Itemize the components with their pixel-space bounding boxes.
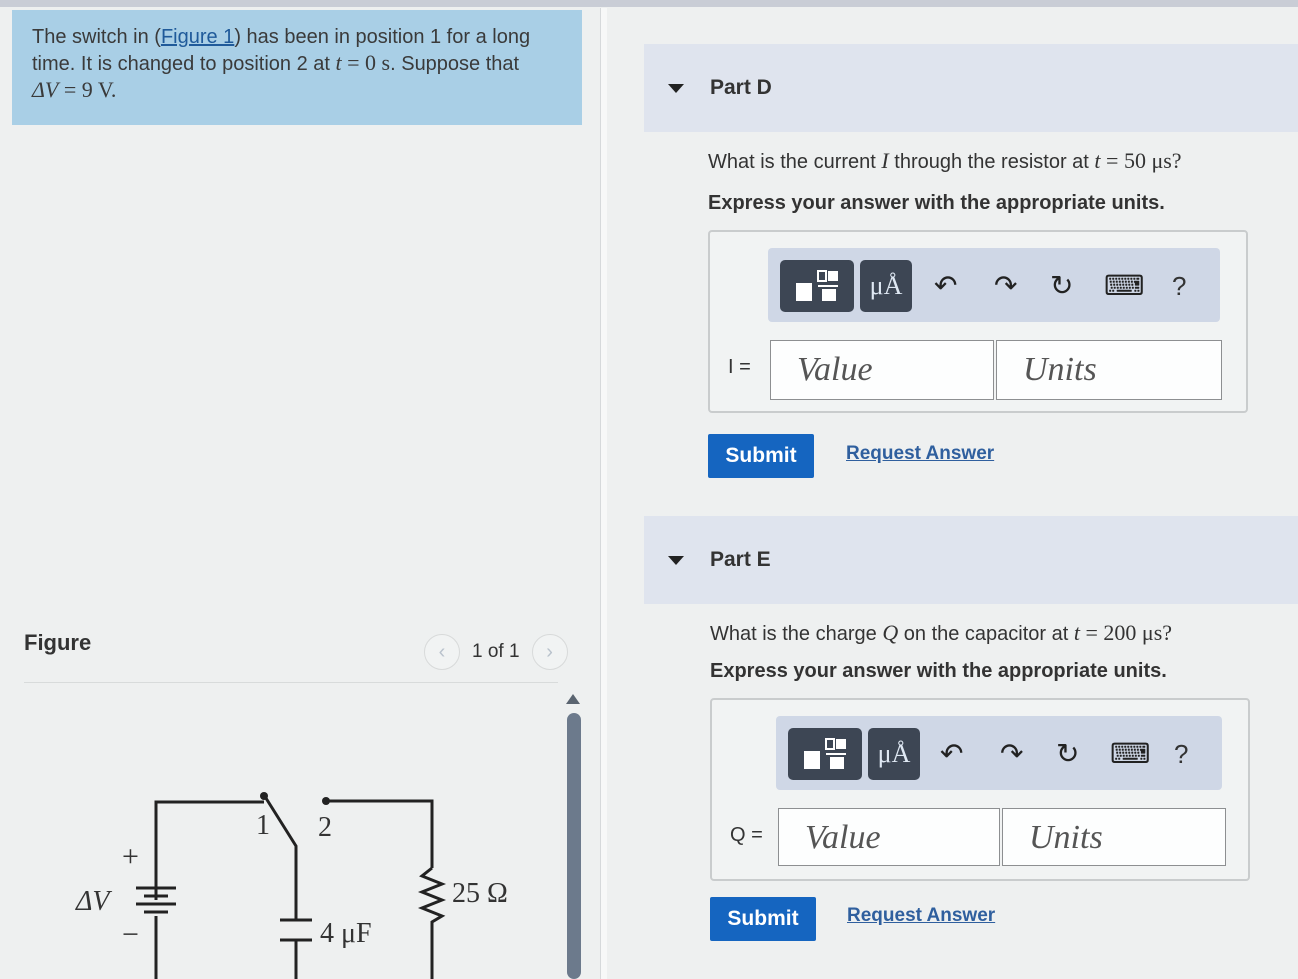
figure-pager: ‹ 1 of 1 › bbox=[424, 634, 568, 670]
keyboard-icon[interactable]: ⌨ bbox=[1104, 270, 1144, 302]
question-time-value: = 200 μs? bbox=[1080, 620, 1173, 645]
part-e-title: Part E bbox=[710, 548, 771, 571]
math-toolbar: μÅ ↶ ↷ ↻ ⌨ ? bbox=[768, 248, 1220, 322]
capacitor-symbol bbox=[280, 918, 312, 942]
plus-sign: + bbox=[122, 840, 139, 873]
switch-contact-2 bbox=[322, 797, 330, 805]
scroll-up-icon[interactable] bbox=[566, 694, 580, 704]
value-input[interactable]: Value bbox=[778, 808, 1000, 866]
submit-button[interactable]: Submit bbox=[710, 897, 816, 941]
figure-scrollbar[interactable] bbox=[567, 713, 581, 979]
question-variable: I bbox=[881, 148, 889, 173]
time-value: = 0 s bbox=[341, 50, 391, 75]
part-d-instruction: Express your answer with the appropriate… bbox=[708, 192, 1165, 214]
templates-icon bbox=[804, 738, 846, 769]
figure-divider bbox=[24, 682, 558, 683]
column-divider bbox=[600, 8, 607, 979]
value-input[interactable]: Value bbox=[770, 340, 994, 400]
part-d-question: What is the current I through the resist… bbox=[708, 148, 1182, 174]
units-button[interactable]: μÅ bbox=[868, 728, 920, 780]
reset-icon[interactable]: ↻ bbox=[1050, 270, 1073, 302]
circuit-diagram: 1 2 + − ΔV 4 μF 25 Ω bbox=[75, 792, 508, 979]
part-e-answer-box: μÅ ↶ ↷ ↻ ⌨ ? Q = Value Units bbox=[710, 698, 1250, 881]
figure-link[interactable]: Figure 1 bbox=[161, 26, 234, 48]
source-label: ΔV bbox=[75, 886, 112, 917]
circuit-wires bbox=[154, 794, 447, 979]
part-e-header[interactable]: Part E bbox=[644, 516, 1298, 604]
problem-text-1: The switch in ( bbox=[32, 26, 161, 48]
prev-figure-button[interactable]: ‹ bbox=[424, 634, 460, 670]
question-text: through the resistor at bbox=[888, 151, 1095, 173]
next-figure-button[interactable]: › bbox=[531, 634, 568, 670]
part-d-header[interactable]: Part D bbox=[644, 44, 1298, 132]
chevron-left-icon: ‹ bbox=[438, 640, 446, 663]
switch-label-1: 1 bbox=[256, 810, 270, 841]
redo-icon[interactable]: ↷ bbox=[1000, 738, 1023, 770]
keyboard-icon[interactable]: ⌨ bbox=[1110, 738, 1150, 770]
submit-button[interactable]: Submit bbox=[708, 434, 814, 478]
help-icon[interactable]: ? bbox=[1172, 270, 1186, 302]
chevron-right-icon: › bbox=[546, 640, 553, 663]
answer-variable-label: Q = bbox=[730, 824, 763, 846]
question-text: on the capacitor at bbox=[898, 623, 1074, 645]
minus-sign: − bbox=[122, 918, 139, 951]
units-input[interactable]: Units bbox=[1002, 808, 1226, 866]
delta-v-value: = 9 V. bbox=[58, 77, 117, 102]
switch-label-2: 2 bbox=[318, 812, 332, 843]
undo-icon[interactable]: ↶ bbox=[934, 270, 957, 302]
collapse-triangle-icon[interactable] bbox=[668, 555, 684, 565]
templates-button[interactable] bbox=[780, 260, 854, 312]
request-answer-link[interactable]: Request Answer bbox=[847, 905, 995, 927]
part-e-instruction: Express your answer with the appropriate… bbox=[710, 660, 1167, 682]
units-input[interactable]: Units bbox=[996, 340, 1222, 400]
question-time-value: = 50 μs? bbox=[1100, 148, 1182, 173]
problem-text-3: . Suppose that bbox=[390, 53, 520, 75]
math-toolbar: μÅ ↶ ↷ ↻ ⌨ ? bbox=[776, 716, 1222, 790]
templates-button[interactable] bbox=[788, 728, 862, 780]
undo-icon[interactable]: ↶ bbox=[940, 738, 963, 770]
units-button[interactable]: μÅ bbox=[860, 260, 912, 312]
top-border bbox=[0, 0, 1298, 7]
capacitor-label: 4 μF bbox=[320, 918, 372, 949]
templates-icon bbox=[796, 270, 838, 301]
question-variable: Q bbox=[882, 620, 899, 645]
switch-contact-1 bbox=[260, 792, 268, 800]
help-icon[interactable]: ? bbox=[1174, 738, 1188, 770]
request-answer-link[interactable]: Request Answer bbox=[846, 443, 994, 465]
part-e-question: What is the charge Q on the capacitor at… bbox=[710, 620, 1172, 646]
collapse-triangle-icon[interactable] bbox=[668, 83, 684, 93]
figure-page-count: 1 of 1 bbox=[472, 641, 520, 662]
answer-variable-label: I = bbox=[728, 356, 751, 378]
figure-title: Figure bbox=[24, 630, 92, 655]
delta-v-symbol: ΔV bbox=[32, 77, 59, 102]
part-d-answer-box: μÅ ↶ ↷ ↻ ⌨ ? I = Value Units bbox=[708, 230, 1248, 413]
resistor-label: 25 Ω bbox=[452, 878, 508, 909]
question-text: What is the charge bbox=[710, 623, 883, 645]
part-d-title: Part D bbox=[710, 76, 772, 99]
problem-statement: The switch in (Figure 1) has been in pos… bbox=[12, 10, 582, 125]
question-text: What is the current bbox=[708, 151, 882, 173]
reset-icon[interactable]: ↻ bbox=[1056, 738, 1079, 770]
redo-icon[interactable]: ↷ bbox=[994, 270, 1017, 302]
